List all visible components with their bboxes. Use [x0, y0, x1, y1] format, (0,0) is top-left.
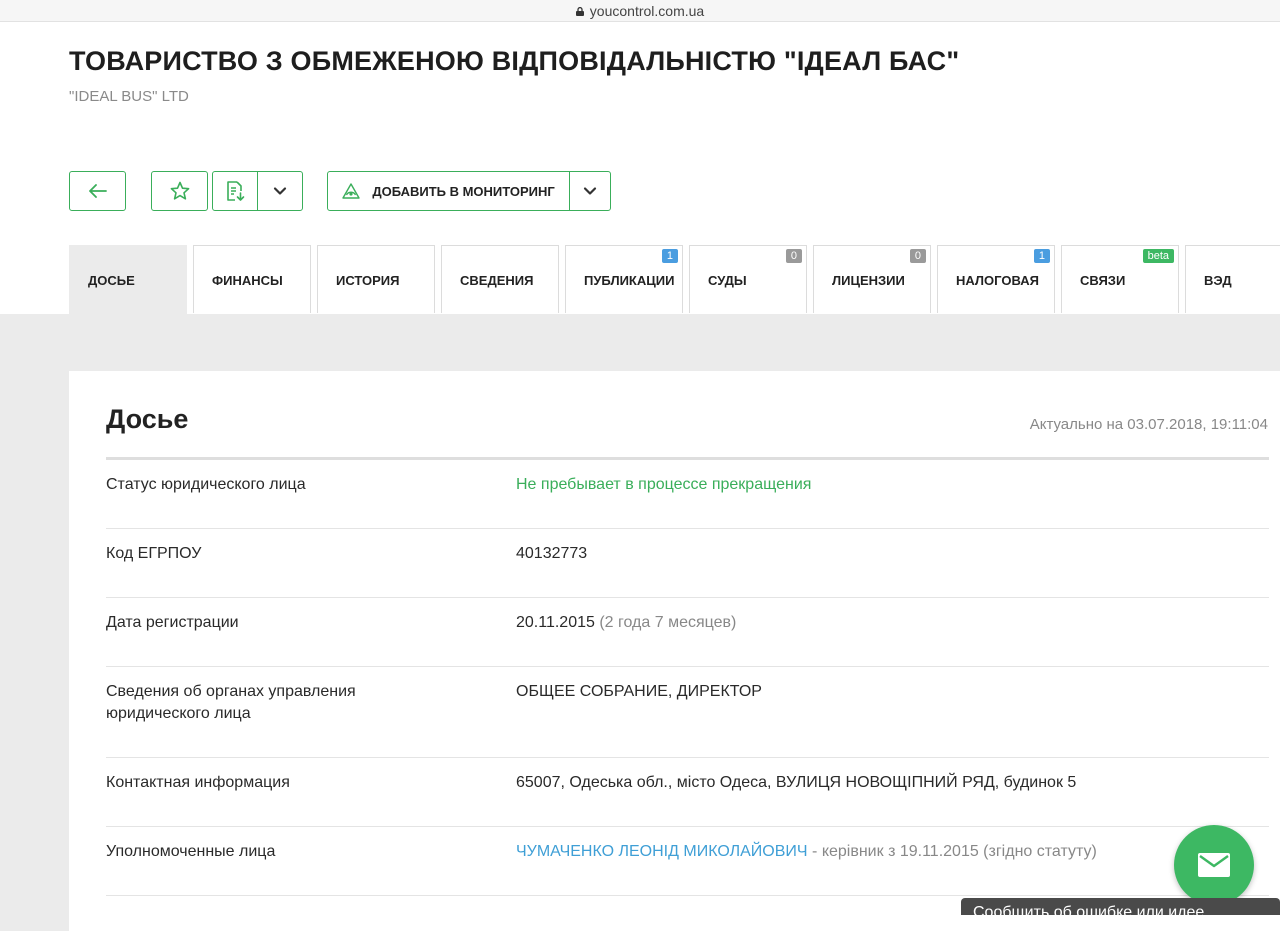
feedback-label: Сообщить об ошибке или идее — [973, 904, 1205, 915]
tab-badge: 0 — [785, 249, 802, 263]
tab-history[interactable]: ИСТОРИЯ — [317, 245, 435, 313]
info-row-status: Статус юридического лица Не пребывает в … — [106, 460, 1269, 529]
chevron-down-icon — [583, 187, 597, 195]
row-label: Контактная информация — [106, 774, 290, 791]
export-button[interactable] — [213, 172, 257, 210]
beta-badge: beta — [1142, 249, 1174, 263]
info-row-registration: Дата регистрации 20.11.2015 (2 года 7 ме… — [106, 598, 1269, 667]
star-icon — [170, 181, 189, 200]
registration-date: 20.11.2015 — [516, 614, 595, 631]
lock-icon — [575, 7, 584, 16]
tab-connections[interactable]: beta СВЯЗИ — [1061, 245, 1179, 313]
info-row-contact: Контактная информация 65007, Одеська обл… — [106, 758, 1269, 827]
back-button[interactable] — [69, 171, 126, 211]
authorized-role: - керівник з 19.11.2015 (згідно статуту) — [807, 843, 1097, 860]
info-row-code: Код ЕГРПОУ 40132773 — [106, 529, 1269, 598]
add-to-monitoring-button[interactable]: ДОБАВИТЬ В МОНИТОРИНГ — [328, 172, 569, 210]
arrow-left-icon — [88, 184, 107, 198]
tab-licenses[interactable]: 0 ЛИЦЕНЗИИ — [813, 245, 931, 313]
row-label: Уполномоченные лица — [106, 843, 276, 860]
registration-value: 20.11.2015 (2 года 7 месяцев) — [516, 612, 736, 634]
authorized-person-link[interactable]: ЧУМАЧЕНКО ЛЕОНІД МИКОЛАЙОВИЧ — [516, 843, 808, 860]
row-label: Сведения об органах управления юридическ… — [106, 683, 356, 722]
monitoring-button-group: ДОБАВИТЬ В МОНИТОРИНГ — [327, 171, 611, 211]
add-to-monitoring-label: ДОБАВИТЬ В МОНИТОРИНГ — [372, 183, 555, 199]
monitoring-radar-icon — [342, 183, 361, 199]
company-title: ТОВАРИСТВО З ОБМЕЖЕНОЮ ВІДПОВІДАЛЬНІСТЮ … — [69, 46, 960, 76]
tab-details[interactable]: СВЕДЕНИЯ — [441, 245, 559, 313]
tab-courts[interactable]: 0 СУДЫ — [689, 245, 807, 313]
document-download-icon — [227, 181, 245, 201]
info-row-authorized: Уполномоченные лица ЧУМАЧЕНКО ЛЕОНІД МИК… — [106, 827, 1269, 896]
tab-finances[interactable]: ФИНАНСЫ — [193, 245, 311, 313]
tab-badge: 1 — [1033, 249, 1050, 263]
section-tabs: ДОСЬЕ ФИНАНСЫ ИСТОРИЯ СВЕДЕНИЯ 1 ПУБЛИКА… — [69, 245, 1280, 315]
tab-tax[interactable]: 1 НАЛОГОВАЯ — [937, 245, 1055, 313]
tab-badge: 1 — [661, 249, 678, 263]
tab-badge: 0 — [909, 249, 926, 263]
contact-value: 65007, Одеська обл., місто Одеса, ВУЛИЦЯ… — [516, 774, 1077, 791]
export-button-group — [212, 171, 303, 211]
dossier-title: Досье — [106, 404, 189, 434]
feedback-bar[interactable]: Сообщить об ошибке или идее — [961, 898, 1280, 915]
edrpou-code-value: 40132773 — [516, 545, 588, 562]
url-text: youcontrol.com.ua — [589, 2, 705, 19]
info-row-management: Сведения об органах управления юридическ… — [106, 667, 1269, 758]
tab-dossier[interactable]: ДОСЬЕ — [69, 245, 187, 315]
row-label: Код ЕГРПОУ — [106, 545, 202, 562]
mail-icon — [1198, 853, 1230, 877]
row-label: Дата регистрации — [106, 614, 239, 631]
contact-mail-button[interactable] — [1174, 825, 1254, 905]
monitoring-dropdown-toggle[interactable] — [569, 172, 610, 210]
company-header: ТОВАРИСТВО З ОБМЕЖЕНОЮ ВІДПОВІДАЛЬНІСТЮ … — [0, 22, 1280, 315]
favorite-button[interactable] — [151, 171, 208, 211]
authorized-value: ЧУМАЧЕНКО ЛЕОНІД МИКОЛАЙОВИЧ - керівник … — [516, 841, 1097, 863]
browser-url-bar[interactable]: youcontrol.com.ua — [0, 0, 1280, 22]
tab-foreign-trade[interactable]: ВЭД — [1185, 245, 1280, 313]
export-dropdown-toggle[interactable] — [257, 172, 302, 210]
registration-duration: (2 года 7 месяцев) — [594, 614, 737, 631]
company-subtitle: "IDEAL BUS" LTD — [69, 88, 189, 105]
row-label: Статус юридического лица — [106, 476, 306, 493]
dossier-card: Досье Актуально на 03.07.2018, 19:11:04 … — [69, 371, 1280, 931]
status-value: Не пребывает в процессе прекращения — [516, 476, 812, 493]
tab-publications[interactable]: 1 ПУБЛИКАЦИИ — [565, 245, 683, 313]
updated-timestamp: Актуально на 03.07.2018, 19:11:04 — [1029, 416, 1268, 433]
management-value: ОБЩЕЕ СОБРАНИЕ, ДИРЕКТОР — [516, 683, 762, 700]
chevron-down-icon — [273, 187, 287, 195]
